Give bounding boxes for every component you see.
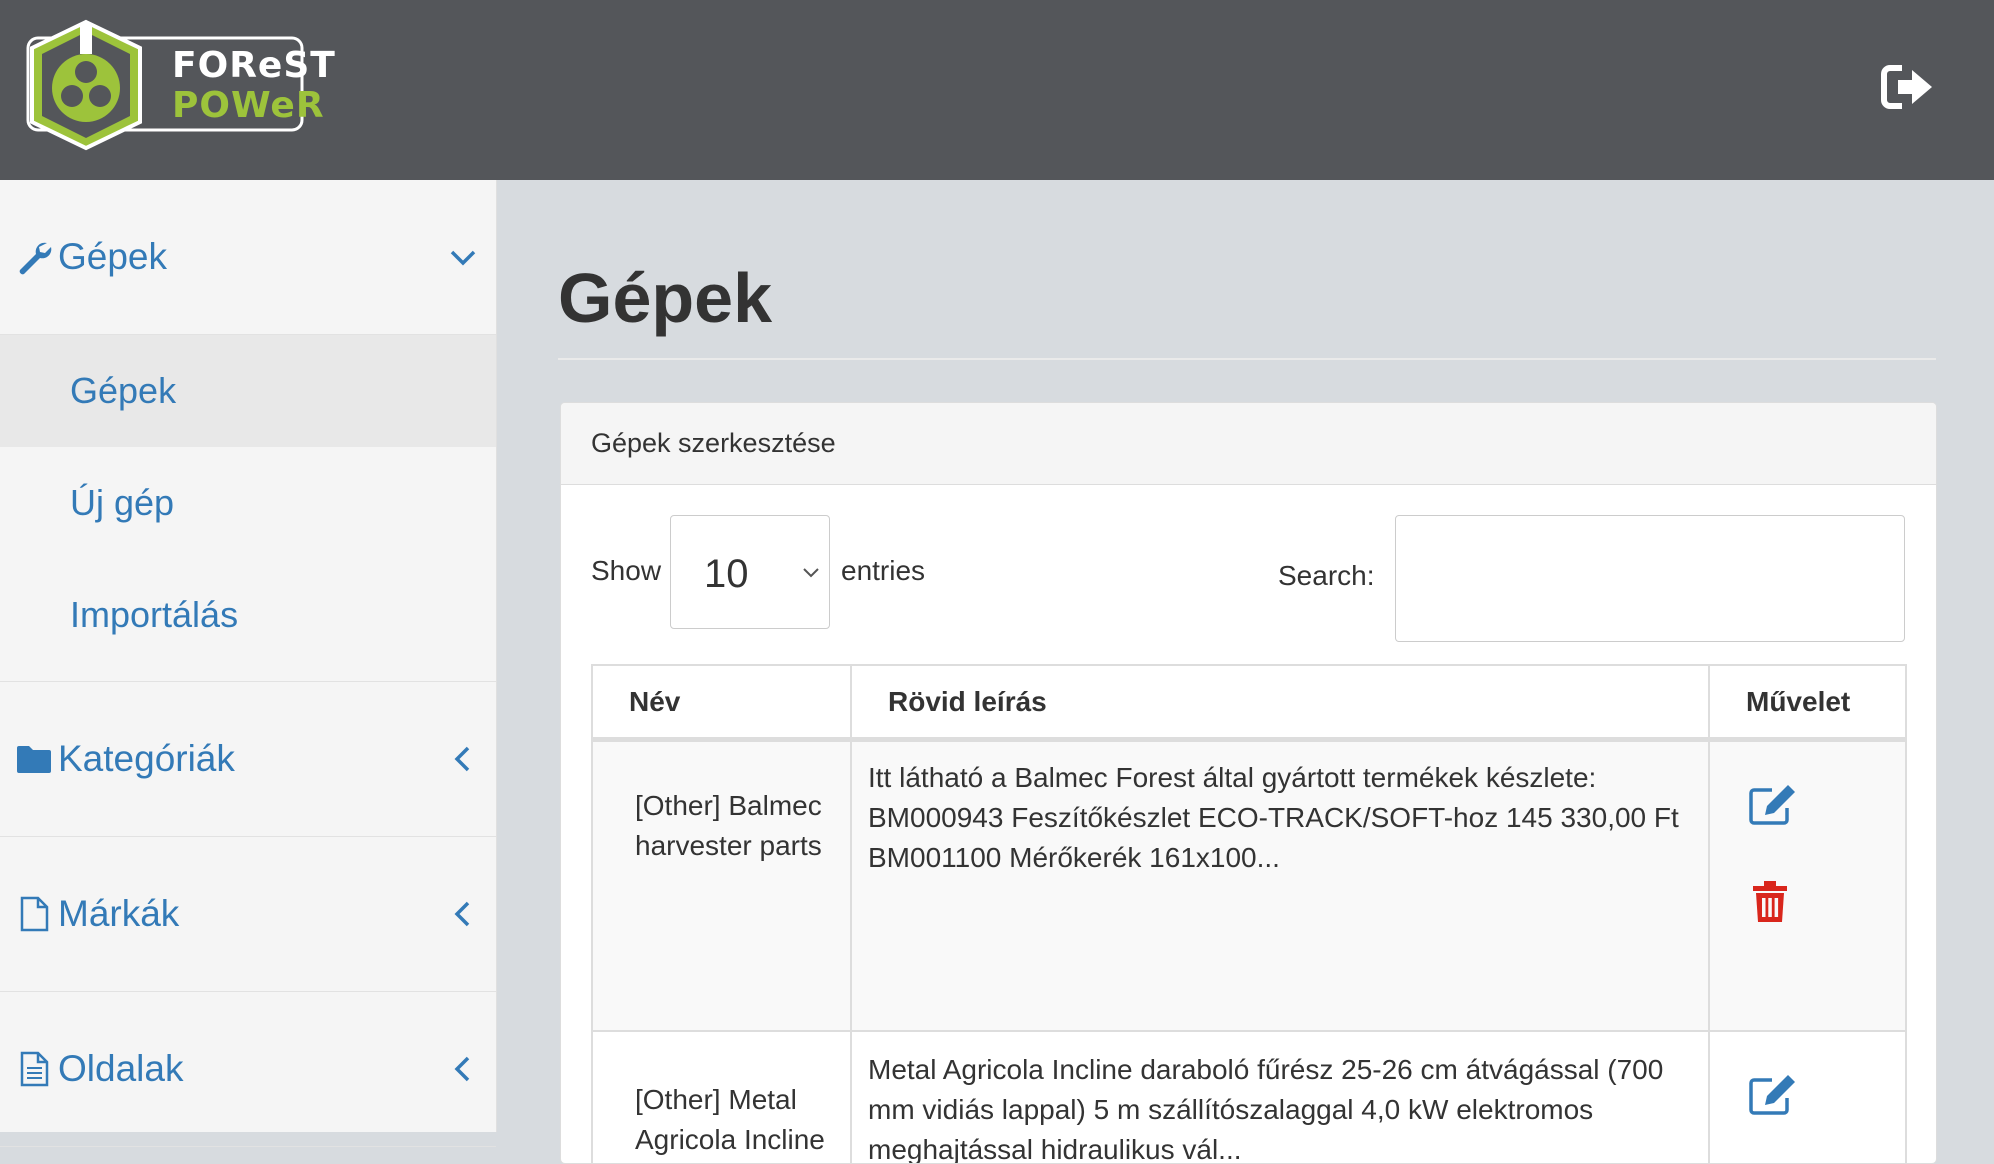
trash-icon xyxy=(1753,881,1787,922)
column-header-nev[interactable]: Név xyxy=(591,664,852,742)
title-divider xyxy=(558,358,1936,360)
logo-wordmark: FOReST POWeR xyxy=(172,46,336,126)
edit-icon xyxy=(1749,1075,1795,1115)
sidebar-submenu: Gépek Új gép Importálás xyxy=(0,335,496,682)
top-navbar: FOReST POWeR xyxy=(0,0,1994,180)
column-header-rovid-leiras[interactable]: Rövid leírás xyxy=(850,664,1710,742)
table-row: [Other] Balmec harvester parts Itt látha… xyxy=(591,738,1907,1032)
sidebar-group-label: Oldalak xyxy=(58,1048,184,1089)
search-label: Search: xyxy=(1278,560,1375,591)
sidebar-group-oldalak[interactable]: Oldalak xyxy=(0,992,496,1147)
sidebar-group-kategoriak[interactable]: Kategóriák xyxy=(0,682,496,837)
table-row: [Other] Metal Agricola Incline Metal Agr… xyxy=(591,1030,1907,1163)
row-actions xyxy=(1708,1030,1907,1163)
show-label: Show xyxy=(591,555,662,586)
machine-description: Itt látható a Balmec Forest által gyárto… xyxy=(850,738,1710,1032)
row-actions xyxy=(1708,738,1907,1032)
sidebar-group-markak[interactable]: Márkák xyxy=(0,837,496,992)
machine-name: [Other] Metal Agricola Incline xyxy=(591,1030,852,1163)
delete-button[interactable] xyxy=(1750,880,1790,924)
search-input[interactable] xyxy=(1395,515,1905,642)
edit-icon xyxy=(1749,785,1795,825)
sidebar-group-label: Márkák xyxy=(58,893,180,934)
wrench-icon xyxy=(19,242,52,275)
forest-power-logo[interactable]: FOReST POWeR xyxy=(24,18,335,152)
sidebar-group-gepek[interactable]: Gépek xyxy=(0,180,496,335)
folder-icon xyxy=(17,746,51,773)
page-title: Gépek xyxy=(558,259,772,337)
panel-heading: Gépek szerkesztése xyxy=(561,403,1936,485)
table-header-row: Név Rövid leírás Művelet xyxy=(591,664,1907,742)
logout-button[interactable] xyxy=(1880,62,1936,112)
machine-description: Metal Agricola Incline daraboló fűrész 2… xyxy=(850,1030,1710,1163)
sidebar: Gépek Gépek Új gép Importálás Kategóriák… xyxy=(0,180,497,1147)
column-header-muvelet: Művelet xyxy=(1708,664,1907,742)
sidebar-item-importalas[interactable]: Importálás xyxy=(0,559,496,671)
edit-button[interactable] xyxy=(1748,782,1798,826)
chevron-down-icon xyxy=(450,250,476,266)
logo-line-1: FOReST xyxy=(172,45,336,86)
entries-label: entries xyxy=(841,555,926,586)
chevron-left-icon xyxy=(454,1056,470,1082)
sign-out-icon xyxy=(1881,65,1932,109)
file-text-icon xyxy=(20,1051,49,1087)
sidebar-item-uj-gep[interactable]: Új gép xyxy=(0,447,496,559)
sidebar-group-label: Gépek xyxy=(58,236,168,277)
chevron-down-icon xyxy=(803,568,819,578)
edit-button[interactable] xyxy=(1748,1072,1798,1116)
sidebar-group-label: Kategóriák xyxy=(58,738,235,779)
machines-table: Név Rövid leírás Művelet [Other] Balmec … xyxy=(591,664,1907,1163)
logo-line-2: POWeR xyxy=(172,85,325,126)
machines-panel: Gépek szerkesztése Show 10 entries Searc… xyxy=(560,402,1937,1164)
machine-name: [Other] Balmec harvester parts xyxy=(591,738,852,1032)
sidebar-item-gepek[interactable]: Gépek xyxy=(0,335,496,447)
chevron-left-icon xyxy=(454,746,470,772)
file-icon xyxy=(20,896,49,932)
entries-value: 10 xyxy=(704,552,749,596)
chevron-left-icon xyxy=(454,901,470,927)
entries-select[interactable]: 10 xyxy=(670,515,830,629)
